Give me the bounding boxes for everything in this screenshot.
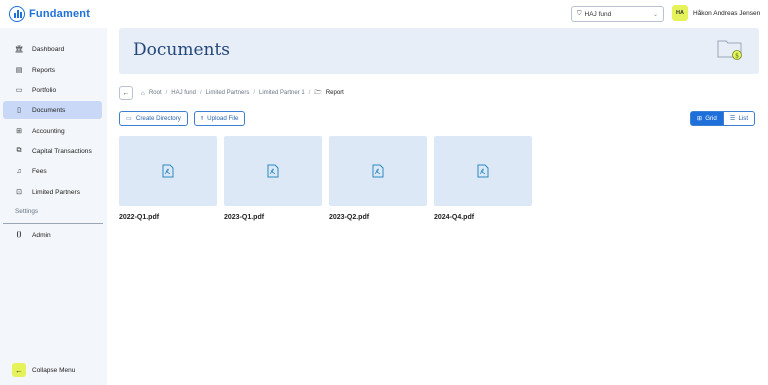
sidebar-item-label: Reports <box>32 66 56 74</box>
sidebar-item-label: Admin <box>32 231 51 239</box>
user-name: Håkon Andreas Jensen <box>693 9 761 17</box>
lock-icon: ⊡ <box>16 189 22 196</box>
fund-select-value: HAJ fund <box>584 10 612 18</box>
folder-money-icon: $ <box>717 40 742 60</box>
breadcrumb-item-root[interactable]: Root <box>149 90 162 96</box>
pdf-file-icon <box>267 164 279 178</box>
view-toggle: ⊞ Grid ☰ List <box>690 111 756 126</box>
document-icon: ▯ <box>17 107 21 114</box>
fund-select[interactable]: ⛉ HAJ fund ⌄ <box>571 6 664 22</box>
breadcrumb-separator: / <box>199 90 202 96</box>
table-icon: ▤ <box>15 67 23 74</box>
upload-icon: ⭱ <box>201 115 204 122</box>
app-logo[interactable]: Fundament <box>9 6 90 22</box>
file-tile[interactable] <box>329 136 427 206</box>
sidebar-item-admin[interactable]: ⦗⦘ Admin <box>3 226 102 244</box>
view-list-label: List <box>738 115 749 122</box>
upload-file-button[interactable]: ⭱ Upload File <box>194 111 246 126</box>
file-tile[interactable] <box>434 136 532 206</box>
calculator-icon: ⊞ <box>16 128 22 135</box>
sidebar-item-label: Capital Transactions <box>32 147 92 155</box>
top-bar: Fundament ⛉ HAJ fund ⌄ HA Håkon Andreas … <box>0 0 768 28</box>
back-button[interactable]: ← <box>119 86 133 100</box>
folder-open-icon: 🗁 <box>314 90 322 96</box>
page-header: Documents $ <box>119 28 759 74</box>
chevron-down-icon: ⌄ <box>652 11 658 18</box>
sidebar-item-label: Dashboard <box>32 45 65 53</box>
shield-icon: ⛉ <box>577 10 582 17</box>
breadcrumb-item-fund[interactable]: HAJ fund <box>171 90 196 96</box>
arrow-left-icon: ← <box>12 363 26 377</box>
sidebar: 🏛︎ Dashboard ▤ Reports ▭ Portfolio ▯ Doc… <box>0 28 107 385</box>
avatar: HA <box>672 5 688 21</box>
user-menu[interactable]: HA Håkon Andreas Jensen <box>672 5 760 21</box>
sidebar-item-label: Portfolio <box>32 86 57 94</box>
settings-section-label: Settings <box>15 208 39 215</box>
breadcrumb-separator: / <box>308 90 311 96</box>
sidebar-item-label: Documents <box>32 106 66 114</box>
id-card-icon: ▭ <box>15 87 23 94</box>
bell-icon: ♫ <box>16 167 22 175</box>
sidebar-item-limited-partners[interactable]: ⊡ Limited Partners <box>3 183 102 201</box>
breadcrumb-item-current: Report <box>325 90 344 96</box>
pdf-file-icon <box>372 164 384 178</box>
view-list-button[interactable]: ☰ List <box>723 111 756 126</box>
pdf-file-icon <box>477 164 489 178</box>
file-name[interactable]: 2024-Q4.pdf <box>434 214 474 221</box>
admin-icon: ⦗⦘ <box>16 231 22 238</box>
file-name[interactable]: 2023-Q2.pdf <box>329 214 369 221</box>
breadcrumb-separator: / <box>165 90 168 96</box>
breadcrumb: ← ⌂ Root / HAJ fund / Limited Partners /… <box>119 86 344 100</box>
sidebar-item-reports[interactable]: ▤ Reports <box>3 61 102 79</box>
bank-icon: 🏛︎ <box>14 46 24 53</box>
file-tile[interactable] <box>119 136 217 206</box>
collapse-menu-label: Collapse Menu <box>32 366 76 374</box>
logo-icon <box>9 6 25 22</box>
collapse-menu-button[interactable]: ← Collapse Menu <box>12 363 75 377</box>
app-name: Fundament <box>29 8 91 20</box>
file-name[interactable]: 2022-Q1.pdf <box>119 214 159 221</box>
sidebar-divider <box>3 223 103 224</box>
folder-plus-icon: ▭ <box>126 115 132 122</box>
sidebar-item-dashboard[interactable]: 🏛︎ Dashboard <box>3 40 102 58</box>
sidebar-item-capital-transactions[interactable]: ⧉ Capital Transactions <box>3 142 102 160</box>
page-title: Documents <box>133 40 231 60</box>
view-grid-button[interactable]: ⊞ Grid <box>690 111 724 126</box>
sidebar-item-portfolio[interactable]: ▭ Portfolio <box>3 81 102 99</box>
view-grid-label: Grid <box>705 115 717 122</box>
file-name[interactable]: 2023-Q1.pdf <box>224 214 264 221</box>
svg-text:$: $ <box>735 53 739 60</box>
breadcrumb-separator: / <box>253 90 256 96</box>
sidebar-item-label: Fees <box>32 167 47 175</box>
transactions-icon: ⧉ <box>16 147 22 154</box>
list-icon: ☰ <box>729 115 736 122</box>
grid-icon: ⊞ <box>697 115 703 122</box>
sidebar-item-fees[interactable]: ♫ Fees <box>3 162 102 180</box>
sidebar-item-accounting[interactable]: ⊞ Accounting <box>3 122 102 140</box>
sidebar-item-label: Limited Partners <box>32 188 81 196</box>
create-directory-button[interactable]: ▭ Create Directory <box>119 111 188 126</box>
home-icon: ⌂ <box>141 89 145 97</box>
upload-file-label: Upload File <box>207 115 239 122</box>
pdf-file-icon <box>162 164 174 178</box>
breadcrumb-item-limited-partner-1[interactable]: Limited Partner 1 <box>259 90 305 96</box>
file-tile[interactable] <box>224 136 322 206</box>
breadcrumb-item-limited-partners[interactable]: Limited Partners <box>206 90 250 96</box>
create-directory-label: Create Directory <box>135 115 181 122</box>
sidebar-item-label: Accounting <box>32 127 65 135</box>
sidebar-item-documents[interactable]: ▯ Documents <box>3 101 102 119</box>
